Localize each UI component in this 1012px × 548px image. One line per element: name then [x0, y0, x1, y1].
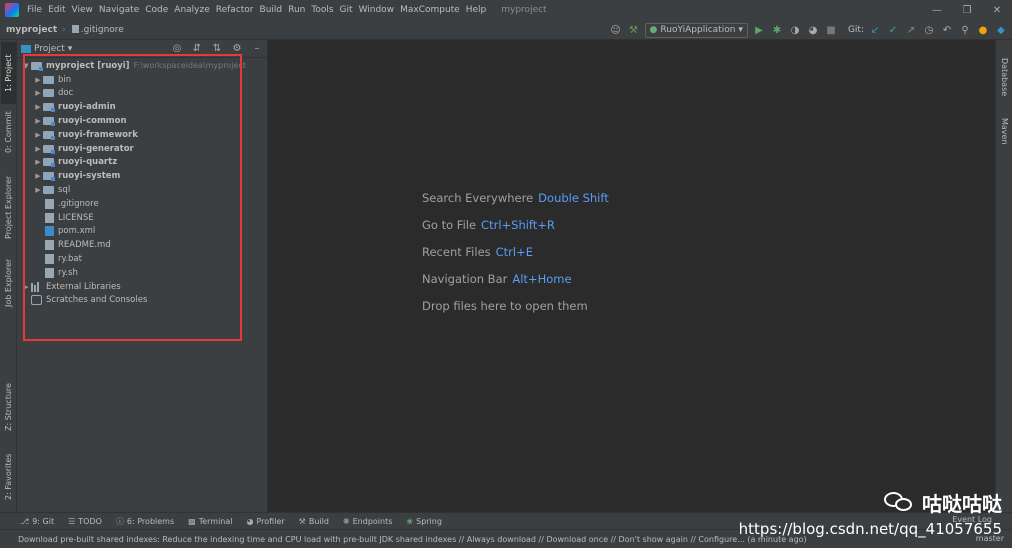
chevron-down-icon: ▾ [738, 25, 743, 35]
breadcrumb-separator: › [62, 24, 66, 35]
highlight-annotation-box [23, 54, 242, 341]
tab-commit[interactable]: 0: Commit [1, 106, 16, 158]
menu-navigate[interactable]: Navigate [96, 5, 142, 15]
menu-tools[interactable]: Tools [308, 5, 336, 15]
right-tool-strip: Database Maven [995, 40, 1012, 512]
menu-analyze[interactable]: Analyze [171, 5, 212, 15]
left-tool-strip: 1: Project 0: Commit Project Explorer Jo… [0, 40, 17, 512]
search-icon[interactable]: ⚲ [958, 23, 972, 37]
list-icon: ☰ [68, 516, 76, 526]
endpoints-icon: ❋ [342, 516, 350, 526]
user-icon[interactable]: ☺ [609, 23, 623, 37]
breadcrumb-project[interactable]: myproject [0, 25, 57, 35]
intellij-logo-icon [5, 3, 19, 17]
run-config-label: RuoYiApplication [660, 25, 736, 35]
spring-leaf-icon: ❀ [406, 516, 414, 526]
chevron-down-icon[interactable]: ▾ [68, 44, 73, 54]
tab-maven[interactable]: Maven [997, 114, 1012, 148]
git-label: Git: [847, 25, 864, 35]
run-icon[interactable]: ▶ [752, 23, 766, 37]
hammer-icon: ⚒ [298, 516, 306, 526]
project-view-selector[interactable]: Project [34, 44, 65, 54]
menu-view[interactable]: View [69, 5, 96, 15]
tab-job-explorer[interactable]: Job Explorer [1, 252, 16, 314]
git-update-icon[interactable]: ↙ [868, 23, 882, 37]
close-button[interactable]: ✕ [982, 0, 1012, 20]
rollback-icon[interactable]: ↶ [940, 23, 954, 37]
menu-help[interactable]: Help [463, 5, 490, 15]
status-message[interactable]: Download pre-built shared indexes: Reduc… [18, 535, 848, 544]
main-toolbar: ☺ ⚒ ● RuoYiApplication ▾ ▶ ✱ ◑ ◕ ■ Git: … [609, 20, 1008, 40]
tab-favorites[interactable]: 2: Favorites [1, 446, 16, 508]
hint-label: Drop files here to open them [422, 299, 588, 313]
minimize-button[interactable]: — [922, 0, 952, 20]
hint-recent-files: Recent Files Ctrl+E [422, 245, 533, 259]
coverage-icon[interactable]: ◑ [788, 23, 802, 37]
spring-boot-icon: ● [649, 25, 658, 35]
tool-profiler[interactable]: ◕ Profiler [247, 517, 285, 526]
file-icon [71, 25, 79, 33]
update-icon[interactable]: ● [976, 23, 990, 37]
tool-spring[interactable]: ❀ Spring [406, 517, 442, 526]
tab-database[interactable]: Database [997, 54, 1012, 100]
tool-git[interactable]: ⎇ 9: Git [20, 517, 54, 526]
wechat-icon [884, 491, 914, 514]
tool-todo[interactable]: ☰ TODO [68, 517, 102, 526]
tab-project-explorer[interactable]: Project Explorer [1, 168, 16, 246]
window-controls: — ❐ ✕ [922, 0, 1012, 20]
profile-icon[interactable]: ◕ [806, 23, 820, 37]
hint-shortcut: Double Shift [538, 191, 609, 205]
watermark-title-row: 咕哒咕哒 [739, 488, 1002, 517]
profiler-icon: ◕ [246, 516, 254, 526]
debug-icon[interactable]: ✱ [770, 23, 784, 37]
git-push-icon[interactable]: ↗ [904, 23, 918, 37]
watermark-title: 咕哒咕哒 [922, 492, 1002, 516]
window-title: myproject [501, 5, 547, 15]
hint-go-to-file: Go to File Ctrl+Shift+R [422, 218, 555, 232]
hint-navigation-bar: Navigation Bar Alt+Home [422, 272, 572, 286]
menu-file[interactable]: File [24, 5, 45, 15]
menu-code[interactable]: Code [142, 5, 171, 15]
tool-build[interactable]: ⚒ Build [299, 517, 329, 526]
restore-button[interactable]: ❐ [952, 0, 982, 20]
terminal-icon: ▩ [188, 516, 196, 526]
tab-structure[interactable]: Z: Structure [1, 378, 16, 436]
menu-bar: File Edit View Navigate Code Analyze Ref… [0, 0, 1012, 20]
hint-label: Go to File [422, 218, 477, 232]
hint-drop-files: Drop files here to open them [422, 299, 588, 313]
watermark: 咕哒咕哒 https://blog.csdn.net/qq_41057655 [739, 488, 1002, 538]
run-config-selector[interactable]: ● RuoYiApplication ▾ [644, 22, 748, 38]
watermark-url: https://blog.csdn.net/qq_41057655 [738, 520, 1002, 538]
hint-label: Recent Files [422, 245, 491, 259]
menu-git[interactable]: Git [337, 5, 356, 15]
hint-label: Search Everywhere [422, 191, 534, 205]
tool-endpoints[interactable]: ❋ Endpoints [343, 517, 392, 526]
menu-maxcompute[interactable]: MaxCompute [397, 5, 463, 15]
menu-refactor[interactable]: Refactor [213, 5, 257, 15]
hint-shortcut: Ctrl+E [495, 245, 534, 259]
tab-project[interactable]: 1: Project [1, 42, 16, 104]
hammer-icon[interactable]: ⚒ [627, 23, 641, 37]
project-view-icon [21, 44, 31, 53]
breadcrumb-file[interactable]: .gitignore [66, 25, 124, 35]
hint-shortcut: Ctrl+Shift+R [481, 218, 555, 232]
history-icon[interactable]: ◷ [922, 23, 936, 37]
info-icon: ⓘ [115, 516, 124, 526]
stop-icon[interactable]: ■ [824, 23, 838, 37]
tool-problems[interactable]: ⓘ 6: Problems [116, 516, 174, 527]
editor-empty-area[interactable]: Search Everywhere Double Shift Go to File… [269, 40, 995, 512]
menu-window[interactable]: Window [356, 5, 398, 15]
menu-run[interactable]: Run [285, 5, 308, 15]
tool-terminal[interactable]: ▩ Terminal [188, 517, 232, 526]
git-branch-icon: ⎇ [20, 516, 30, 526]
menu-edit[interactable]: Edit [45, 5, 68, 15]
hide-panel-icon[interactable]: – [251, 42, 263, 56]
hint-label: Navigation Bar [422, 272, 508, 286]
menu-build[interactable]: Build [257, 5, 286, 15]
navigation-bar: myproject › .gitignore ☺ ⚒ ● RuoYiApplic… [0, 20, 1012, 40]
hint-search-everywhere: Search Everywhere Double Shift [422, 191, 609, 205]
git-commit-icon[interactable]: ✓ [886, 23, 900, 37]
hint-shortcut: Alt+Home [512, 272, 572, 286]
plugin-icon[interactable]: ◆ [994, 23, 1008, 37]
